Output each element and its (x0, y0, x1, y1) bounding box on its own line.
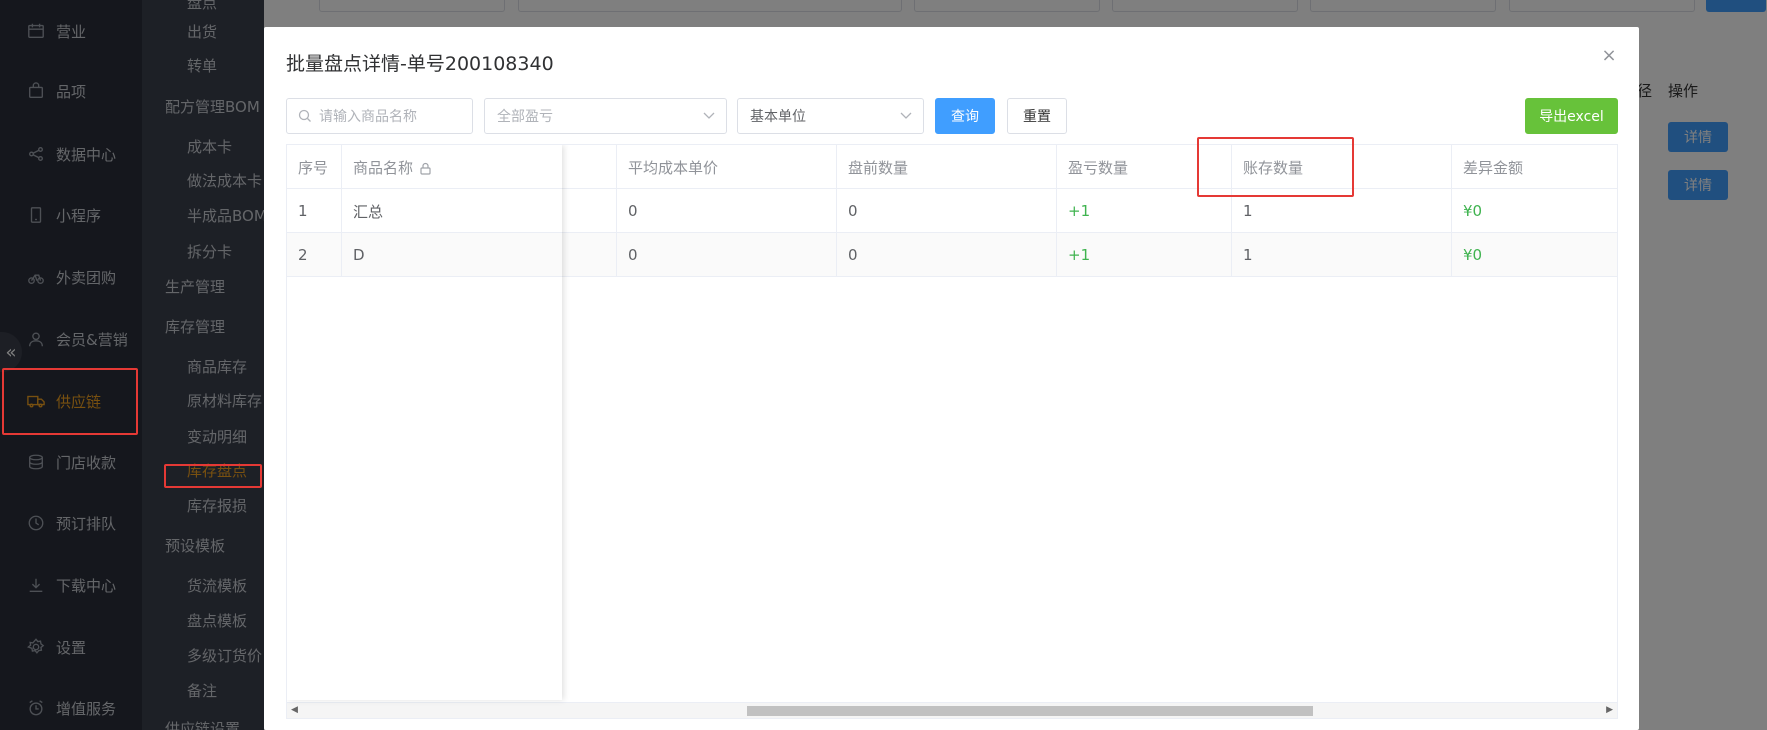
dialog-title: 批量盘点详情-单号200108340 (286, 53, 554, 75)
profit-loss-select[interactable]: 全部盈亏 (484, 98, 727, 134)
chevron-down-icon (899, 108, 913, 122)
header-before-qty: 盘前数量 (837, 145, 1057, 189)
fixed-left-columns: 序号 商品名称 1 汇总 2 D (287, 145, 562, 700)
cell-before-qty: 0 (837, 233, 1057, 277)
search-placeholder: 请输入商品名称 (319, 109, 417, 125)
cell-profit-loss-qty: +1 (1057, 233, 1232, 277)
profit-loss-placeholder: 全部盈亏 (497, 109, 553, 125)
cell-book-qty: 1 (1232, 233, 1452, 277)
product-search-input[interactable]: 请输入商品名称 (286, 98, 473, 134)
highlight-box-inventory-count (164, 464, 262, 488)
unit-select[interactable]: 基本单位 (737, 98, 924, 134)
header-avg-cost: 平均成本单价 (617, 145, 837, 189)
fixed-header: 序号 商品名称 (287, 145, 562, 189)
header-index: 序号 (287, 145, 342, 189)
cell-avg-cost: 0 (617, 189, 837, 233)
cell-product-name: 汇总 (353, 202, 384, 221)
header-diff-amount: 差异金额 (1463, 158, 1524, 177)
close-button[interactable]: × (1599, 44, 1619, 66)
query-button[interactable]: 查询 (935, 98, 995, 134)
cell-hidden (562, 189, 617, 233)
scrollbar-thumb[interactable] (747, 706, 1313, 716)
count-detail-table: 平均成本单价 盘前数量 盈亏数量 账存数量 差异金额 0 0 +1 1 ¥0 0… (286, 144, 1618, 719)
scroll-left-arrow-icon[interactable]: ◀ (291, 705, 298, 715)
header-product-name-label: 商品名称 (353, 158, 414, 177)
header-product-name: 商品名称 (342, 145, 562, 189)
highlight-box-supply-chain (2, 368, 138, 435)
cell-avg-cost: 0 (617, 233, 837, 277)
chevron-down-icon (702, 108, 716, 122)
cell-before-qty: 0 (837, 189, 1057, 233)
cell-hidden (562, 233, 617, 277)
scroll-right-arrow-icon[interactable]: ▶ (1606, 705, 1613, 715)
lock-icon[interactable] (419, 161, 432, 175)
close-icon: × (1601, 44, 1617, 66)
horizontal-scrollbar[interactable]: ◀ ▶ (287, 702, 1617, 718)
table-row[interactable]: 1 汇总 (287, 189, 562, 233)
highlight-box-book-qty (1197, 137, 1354, 197)
table-row[interactable]: 2 D (287, 233, 562, 277)
cell-index: 1 (287, 189, 342, 233)
export-excel-button[interactable]: 导出excel (1525, 98, 1618, 134)
cell-index: 2 (287, 233, 342, 277)
cell-product-name: D (353, 246, 365, 264)
cell-diff-amount: ¥0 (1463, 202, 1483, 220)
batch-count-detail-dialog: 批量盘点详情-单号200108340 × 请输入商品名称 全部盈亏 基本单位 查… (264, 27, 1639, 730)
unit-select-value: 基本单位 (750, 109, 806, 125)
cell-diff-amount: ¥0 (1463, 246, 1483, 264)
search-icon (298, 109, 312, 123)
reset-button[interactable]: 重置 (1007, 98, 1067, 134)
header-cell-hidden (562, 145, 617, 189)
